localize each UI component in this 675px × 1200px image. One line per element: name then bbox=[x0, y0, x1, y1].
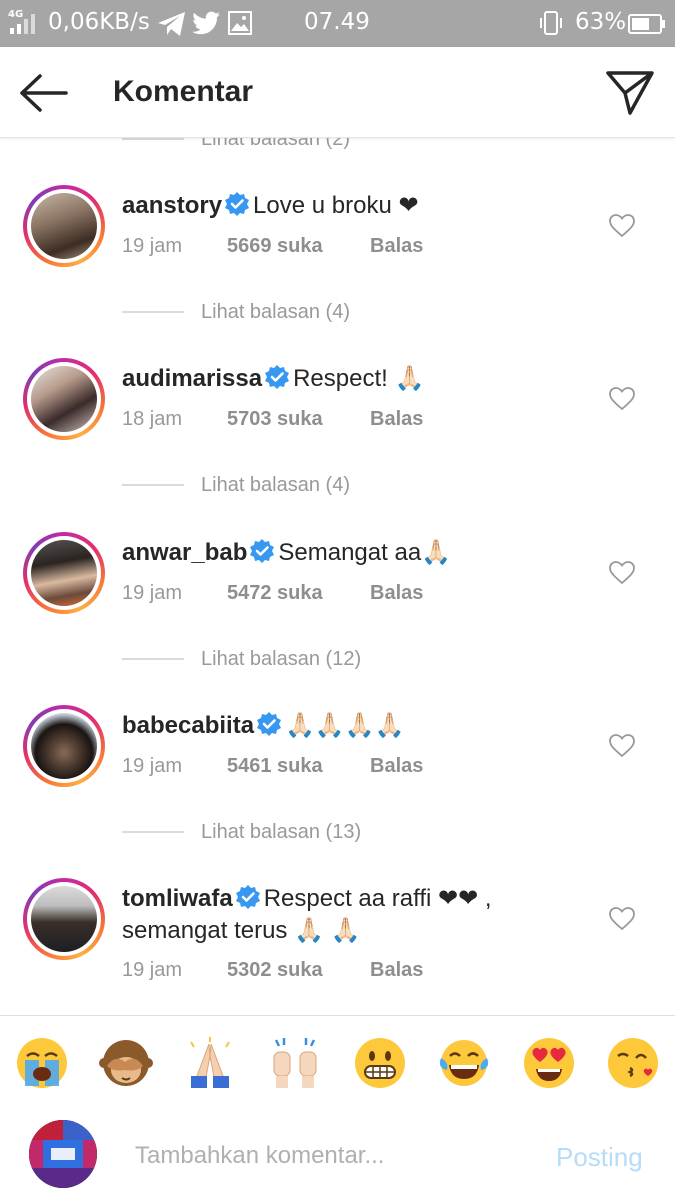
username[interactable]: tomliwafa bbox=[122, 885, 233, 912]
username[interactable]: aanstory bbox=[122, 192, 222, 219]
reply-button[interactable]: Balas bbox=[370, 959, 423, 982]
reply-button[interactable]: Balas bbox=[370, 755, 423, 778]
grinning-face-icon[interactable] bbox=[353, 1036, 407, 1090]
page-title: Komentar bbox=[113, 75, 254, 108]
username[interactable]: babecabiita bbox=[122, 712, 254, 739]
comment-time: 19 jam bbox=[122, 959, 183, 981]
comment-time: 19 jam bbox=[122, 235, 183, 257]
divider bbox=[122, 484, 184, 486]
raising-hands-icon[interactable] bbox=[268, 1036, 322, 1090]
avatar[interactable] bbox=[23, 185, 105, 267]
comment-text: anwar_bab Semangat aa🙏🏻 bbox=[122, 537, 592, 569]
emoji-quick-bar bbox=[0, 1015, 675, 1109]
avatar[interactable] bbox=[23, 878, 105, 960]
face-blowing-kiss-icon[interactable] bbox=[606, 1036, 660, 1090]
comment-time: 19 jam bbox=[122, 755, 183, 777]
avatar[interactable] bbox=[29, 1120, 97, 1188]
view-replies-label: Lihat balasan (4) bbox=[201, 473, 350, 496]
likes-count[interactable]: 5669 suka bbox=[227, 235, 323, 258]
profile-picture bbox=[29, 1120, 97, 1188]
comment-text: tomliwafa Respect aa raffi ❤❤ , semangat … bbox=[122, 883, 592, 947]
heart-icon[interactable] bbox=[609, 214, 635, 238]
verified-badge-icon bbox=[225, 192, 250, 216]
comment-text: audimarissa Respect! 🙏🏻 bbox=[122, 363, 592, 395]
username[interactable]: anwar_bab bbox=[122, 539, 247, 566]
heart-icon[interactable] bbox=[609, 561, 635, 585]
heart-eyes-face-icon[interactable] bbox=[522, 1036, 576, 1090]
comment-text: aanstory Love u broku ❤ bbox=[122, 190, 592, 222]
comment-body: Respect! 🙏🏻 bbox=[293, 365, 425, 392]
folded-hands-icon[interactable] bbox=[183, 1036, 237, 1090]
verified-badge-icon bbox=[257, 712, 282, 736]
divider bbox=[122, 138, 184, 140]
divider bbox=[122, 311, 184, 313]
verified-badge-icon bbox=[250, 539, 275, 563]
view-replies-link[interactable]: Lihat balasan (4) bbox=[122, 297, 350, 327]
view-replies-link[interactable]: Lihat balasan (12) bbox=[122, 644, 361, 674]
comment-input[interactable] bbox=[133, 1130, 537, 1182]
see-no-evil-monkey-icon[interactable] bbox=[99, 1036, 153, 1090]
comment-time: 19 jam bbox=[122, 582, 183, 604]
divider bbox=[122, 831, 184, 833]
view-replies-link[interactable]: Lihat balasan (4) bbox=[122, 470, 350, 500]
tears-of-joy-face-icon[interactable] bbox=[437, 1036, 491, 1090]
paper-plane-icon[interactable] bbox=[604, 69, 656, 117]
avatar[interactable] bbox=[23, 532, 105, 614]
comment-body: Semangat aa🙏🏻 bbox=[278, 539, 452, 566]
comment-text: babecabiita 🙏🏻🙏🏻🙏🏻🙏🏻 bbox=[122, 710, 592, 742]
post-button[interactable]: Posting bbox=[556, 1142, 643, 1173]
view-replies-label: Lihat balasan (4) bbox=[201, 300, 350, 323]
heart-icon[interactable] bbox=[609, 907, 635, 931]
likes-count[interactable]: 5461 suka bbox=[227, 755, 323, 778]
heart-icon[interactable] bbox=[609, 734, 635, 758]
heart-icon[interactable] bbox=[609, 387, 635, 411]
avatar[interactable] bbox=[23, 358, 105, 440]
reply-button[interactable]: Balas bbox=[370, 582, 423, 605]
divider bbox=[122, 658, 184, 660]
comment-composer: Posting bbox=[0, 1108, 675, 1200]
arrow-left-icon[interactable] bbox=[18, 71, 70, 115]
comments-list: Lihat balasan (2) aanstory Love u broku ❤… bbox=[0, 0, 675, 1015]
avatar[interactable] bbox=[23, 705, 105, 787]
likes-count[interactable]: 5472 suka bbox=[227, 582, 323, 605]
loudly-crying-face-icon[interactable] bbox=[15, 1036, 69, 1090]
view-replies-link[interactable]: Lihat balasan (13) bbox=[122, 817, 361, 847]
verified-badge-icon bbox=[235, 885, 260, 909]
comment-time: 18 jam bbox=[122, 408, 183, 430]
verified-badge-icon bbox=[265, 365, 290, 389]
comment-body: Love u broku ❤ bbox=[253, 192, 419, 219]
reply-button[interactable]: Balas bbox=[370, 235, 423, 258]
view-replies-label: Lihat balasan (13) bbox=[201, 820, 362, 843]
top-app-bar: Komentar bbox=[0, 47, 675, 138]
likes-count[interactable]: 5302 suka bbox=[227, 959, 323, 982]
likes-count[interactable]: 5703 suka bbox=[227, 408, 323, 431]
username[interactable]: audimarissa bbox=[122, 365, 262, 392]
reply-button[interactable]: Balas bbox=[370, 408, 423, 431]
comment-body: 🙏🏻🙏🏻🙏🏻🙏🏻 bbox=[285, 712, 405, 739]
view-replies-label: Lihat balasan (12) bbox=[201, 647, 362, 670]
